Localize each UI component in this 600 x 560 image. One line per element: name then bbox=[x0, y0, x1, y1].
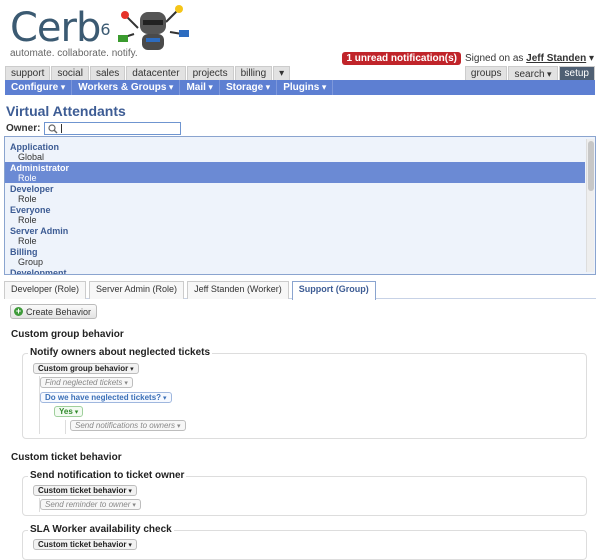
workspace-tab-support[interactable]: support bbox=[5, 66, 51, 80]
owner-tab[interactable]: Server Admin (Role) bbox=[89, 281, 185, 299]
chooser-item[interactable]: Developer Role bbox=[5, 183, 585, 204]
chooser-item[interactable]: Billing Group bbox=[5, 246, 585, 267]
groups-tab[interactable]: groups bbox=[464, 66, 508, 80]
outcome-node[interactable]: Yes bbox=[54, 406, 84, 417]
page-title: Virtual Attendants bbox=[6, 103, 126, 119]
chooser-item-type: Role bbox=[18, 194, 37, 204]
action-node[interactable]: Send reminder to owner bbox=[40, 499, 141, 510]
search-tab[interactable]: search bbox=[508, 66, 558, 80]
owner-tab[interactable]: Jeff Standen (Worker) bbox=[187, 281, 289, 299]
scrollbar-thumb[interactable] bbox=[588, 141, 594, 191]
owner-tab[interactable]: Support (Group) bbox=[291, 281, 376, 300]
chooser-item-name: Development bbox=[10, 268, 67, 275]
robot-mascot-icon bbox=[118, 5, 189, 50]
action-node[interactable]: Find neglected tickets bbox=[40, 377, 133, 388]
chooser-item-type: Global bbox=[18, 152, 45, 162]
owner-tab[interactable]: Developer (Role) bbox=[4, 281, 87, 299]
chooser-item-type: Role bbox=[18, 236, 37, 246]
workspace-tab-row: support social sales datacenter projects bill… bbox=[5, 66, 595, 80]
chooser-item-name: Billing bbox=[10, 247, 38, 257]
user-menu[interactable]: Jeff Standen bbox=[526, 53, 586, 64]
chooser-item-name: Everyone bbox=[10, 205, 51, 215]
trigger-menu[interactable]: Custom ticket behavior bbox=[33, 485, 137, 496]
behavior-title[interactable]: SLA Worker availability check bbox=[28, 524, 174, 535]
owner-chooser-list[interactable]: Application Global Administrator Role Develo… bbox=[4, 136, 596, 275]
chevron-down-icon[interactable]: ▾ bbox=[586, 53, 594, 64]
action-node[interactable]: Send notifications to owners bbox=[70, 420, 186, 431]
setup-tab[interactable]: setup bbox=[558, 66, 595, 80]
chooser-item-name: Developer bbox=[10, 184, 54, 194]
switch-node[interactable]: Do we have neglected tickets? bbox=[40, 392, 172, 403]
chooser-item-name: Server Admin bbox=[10, 226, 69, 236]
workspace-tab-projects[interactable]: projects bbox=[186, 66, 234, 80]
header: Cerb6 automate. collaborate. notify. 1 u… bbox=[0, 0, 600, 65]
workspace-tab-social[interactable]: social bbox=[51, 66, 89, 80]
trigger-menu[interactable]: Custom ticket behavior bbox=[33, 539, 137, 550]
section-title-ticket: Custom ticket behavior bbox=[11, 452, 122, 463]
search-icon bbox=[48, 123, 58, 133]
plus-icon: + bbox=[14, 306, 23, 316]
chooser-scrollbar[interactable] bbox=[586, 139, 594, 272]
chooser-item-type: Role bbox=[18, 173, 37, 183]
chooser-item[interactable]: Application Global bbox=[5, 141, 585, 162]
menu-configure[interactable]: Configure bbox=[5, 80, 73, 95]
owner-label: Owner: bbox=[6, 123, 41, 134]
workspace-tab-datacenter[interactable]: datacenter bbox=[126, 66, 186, 80]
behavior-sla: SLA Worker availability check Custom tic… bbox=[22, 524, 587, 560]
signed-on-label: Signed on as bbox=[465, 53, 524, 64]
menu-plugins[interactable]: Plugins bbox=[277, 80, 334, 95]
section-title-group: Custom group behavior bbox=[11, 329, 124, 340]
owner-search-input[interactable] bbox=[44, 122, 182, 135]
behavior-title[interactable]: Send notification to ticket owner bbox=[28, 470, 187, 481]
workspace-tab-billing[interactable]: billing bbox=[234, 66, 273, 80]
chooser-item[interactable]: Server Admin Role bbox=[5, 225, 585, 246]
menu-workers-groups[interactable]: Workers & Groups bbox=[72, 80, 181, 95]
behavior-neglected: Notify owners about neglected tickets Cu… bbox=[22, 347, 587, 439]
chooser-item-type: Group bbox=[18, 257, 44, 267]
chooser-item[interactable]: Development bbox=[5, 267, 585, 275]
create-behavior-button[interactable]: + Create Behavior bbox=[10, 304, 98, 319]
owner-input-value bbox=[61, 124, 63, 133]
workspace-tab-sales[interactable]: sales bbox=[89, 66, 126, 80]
notifications-badge[interactable]: 1 unread notification(s) bbox=[342, 52, 461, 65]
chooser-item-name: Administrator bbox=[10, 163, 70, 173]
chooser-item-type: Role bbox=[18, 215, 37, 225]
behavior-title[interactable]: Notify owners about neglected tickets bbox=[28, 347, 213, 358]
logo-version: 6 bbox=[100, 20, 110, 39]
menu-mail[interactable]: Mail bbox=[180, 80, 220, 95]
create-behavior-label: Create Behavior bbox=[26, 306, 92, 317]
chevron-down-icon[interactable]: ▾ bbox=[273, 66, 291, 80]
chooser-item[interactable]: Administrator Role bbox=[5, 162, 585, 183]
owner-tabs: Developer (Role) Server Admin (Role) Jeff … bbox=[4, 281, 596, 300]
chooser-item[interactable]: Everyone Role bbox=[5, 204, 585, 225]
behavior-ticket-owner: Send notification to ticket owner Custom… bbox=[22, 470, 587, 516]
menu-storage[interactable]: Storage bbox=[220, 80, 278, 95]
logo-text: Cerb bbox=[10, 5, 101, 51]
setup-menu-bar: ConfigureWorkers & GroupsMailStoragePlug… bbox=[5, 80, 595, 95]
chooser-item-name: Application bbox=[10, 142, 59, 152]
trigger-menu[interactable]: Custom group behavior bbox=[33, 363, 139, 374]
